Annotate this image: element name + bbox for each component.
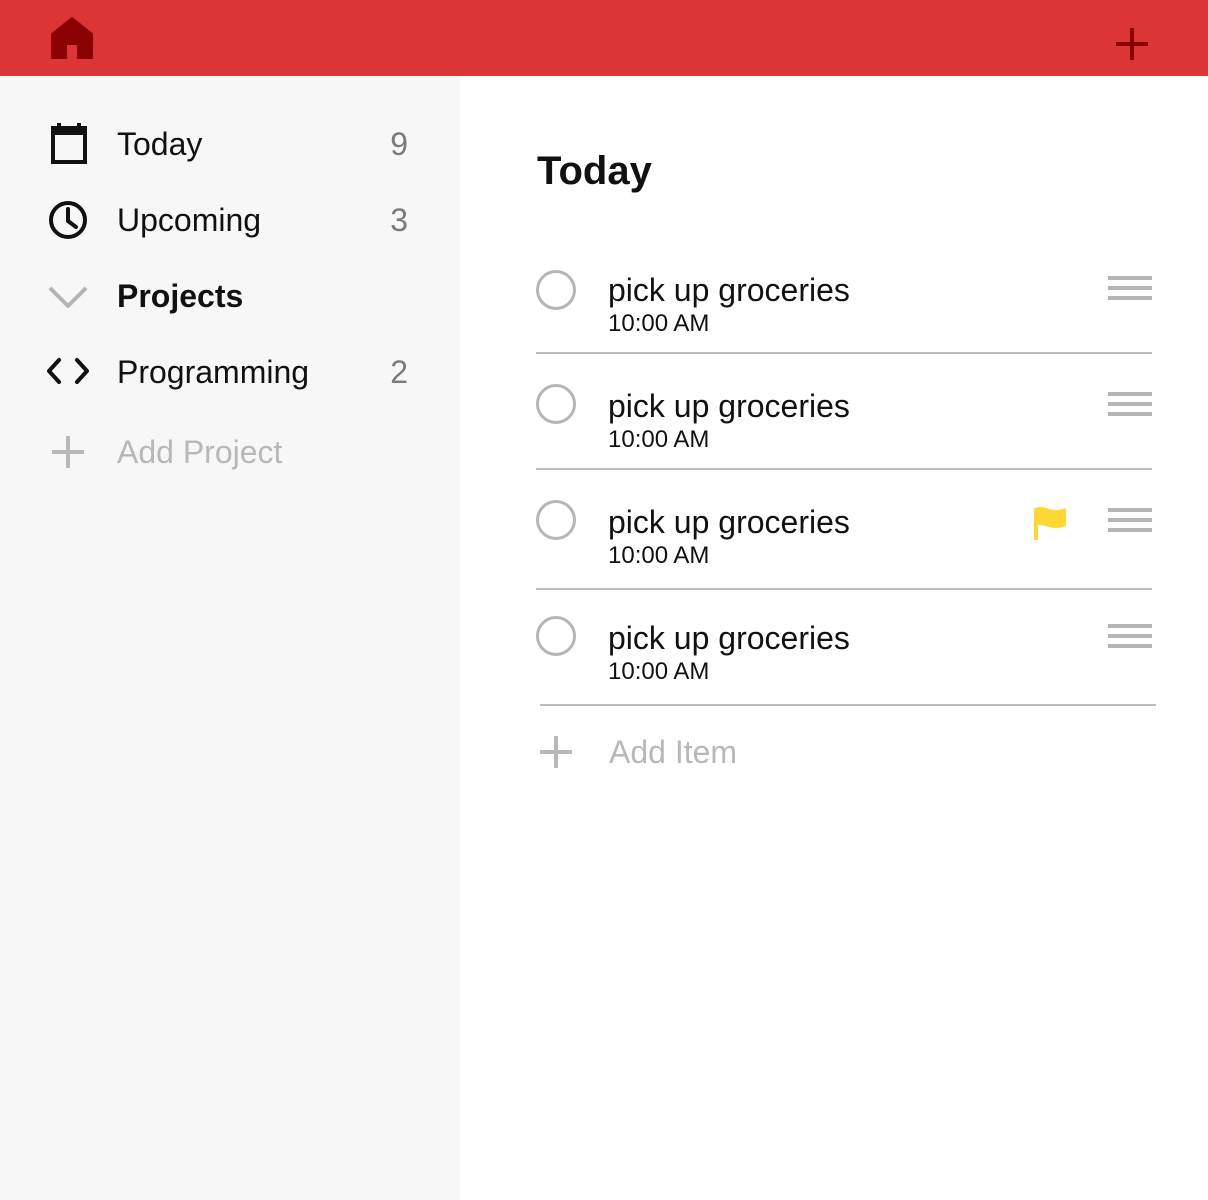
task-title: pick up groceries <box>608 620 850 656</box>
drag-handle-icon[interactable] <box>1106 504 1154 544</box>
drag-handle-icon[interactable] <box>1106 272 1154 312</box>
task-row[interactable]: pick up groceries 10:00 AM <box>536 474 1152 590</box>
task-row[interactable]: pick up groceries 10:00 AM <box>536 594 1156 706</box>
plus-icon <box>1116 28 1148 60</box>
plus-icon <box>540 736 572 768</box>
task-title: pick up groceries <box>608 272 850 308</box>
main-panel: Today pick up groceries 10:00 AM pick up… <box>460 76 1208 1200</box>
drag-handle-icon[interactable] <box>1106 620 1154 660</box>
top-bar <box>0 0 1208 76</box>
sidebar-item-label: Add Project <box>117 434 283 470</box>
task-time: 10:00 AM <box>608 542 710 569</box>
sidebar-item-today[interactable]: Today 9 <box>0 114 460 174</box>
flag-icon[interactable] <box>1032 504 1072 544</box>
sidebar-item-label: Projects <box>117 278 244 314</box>
calendar-icon <box>51 123 87 164</box>
sidebar-item-label: Upcoming <box>117 202 262 238</box>
task-checkbox[interactable] <box>536 500 576 540</box>
add-project-button[interactable]: Add Project <box>0 422 460 482</box>
sidebar-item-count: 9 <box>390 126 408 162</box>
sidebar-item-count: 3 <box>390 202 408 238</box>
task-time: 10:00 AM <box>608 426 710 453</box>
sidebar-item-upcoming[interactable]: Upcoming 3 <box>0 190 460 250</box>
add-item-label: Add Item <box>609 734 738 770</box>
task-row[interactable]: pick up groceries 10:00 AM <box>536 254 1152 354</box>
sidebar-item-count: 2 <box>390 354 408 390</box>
task-checkbox[interactable] <box>536 616 576 656</box>
add-task-button[interactable] <box>1112 24 1152 64</box>
task-time: 10:00 AM <box>608 310 710 337</box>
task-title: pick up groceries <box>608 388 850 424</box>
sidebar: Today 9 Upcoming 3 Projects Programming … <box>0 76 460 1200</box>
sidebar-item-projects[interactable]: Projects <box>0 266 460 326</box>
task-row[interactable]: pick up groceries 10:00 AM <box>536 354 1152 470</box>
task-checkbox[interactable] <box>536 270 576 310</box>
add-item-button[interactable]: Add Item <box>536 728 936 778</box>
sidebar-item-programming[interactable]: Programming 2 <box>0 342 460 402</box>
task-checkbox[interactable] <box>536 384 576 424</box>
page-title: Today <box>537 149 652 193</box>
chevron-down-icon <box>48 286 88 308</box>
sidebar-item-label: Today <box>117 126 203 162</box>
task-title: pick up groceries <box>608 504 850 540</box>
code-icon <box>47 358 89 384</box>
task-time: 10:00 AM <box>608 658 710 685</box>
home-button[interactable] <box>50 16 94 60</box>
sidebar-item-label: Programming <box>117 354 310 390</box>
home-icon <box>51 17 93 59</box>
clock-icon <box>49 201 87 239</box>
plus-icon <box>52 436 84 468</box>
drag-handle-icon[interactable] <box>1106 388 1154 428</box>
